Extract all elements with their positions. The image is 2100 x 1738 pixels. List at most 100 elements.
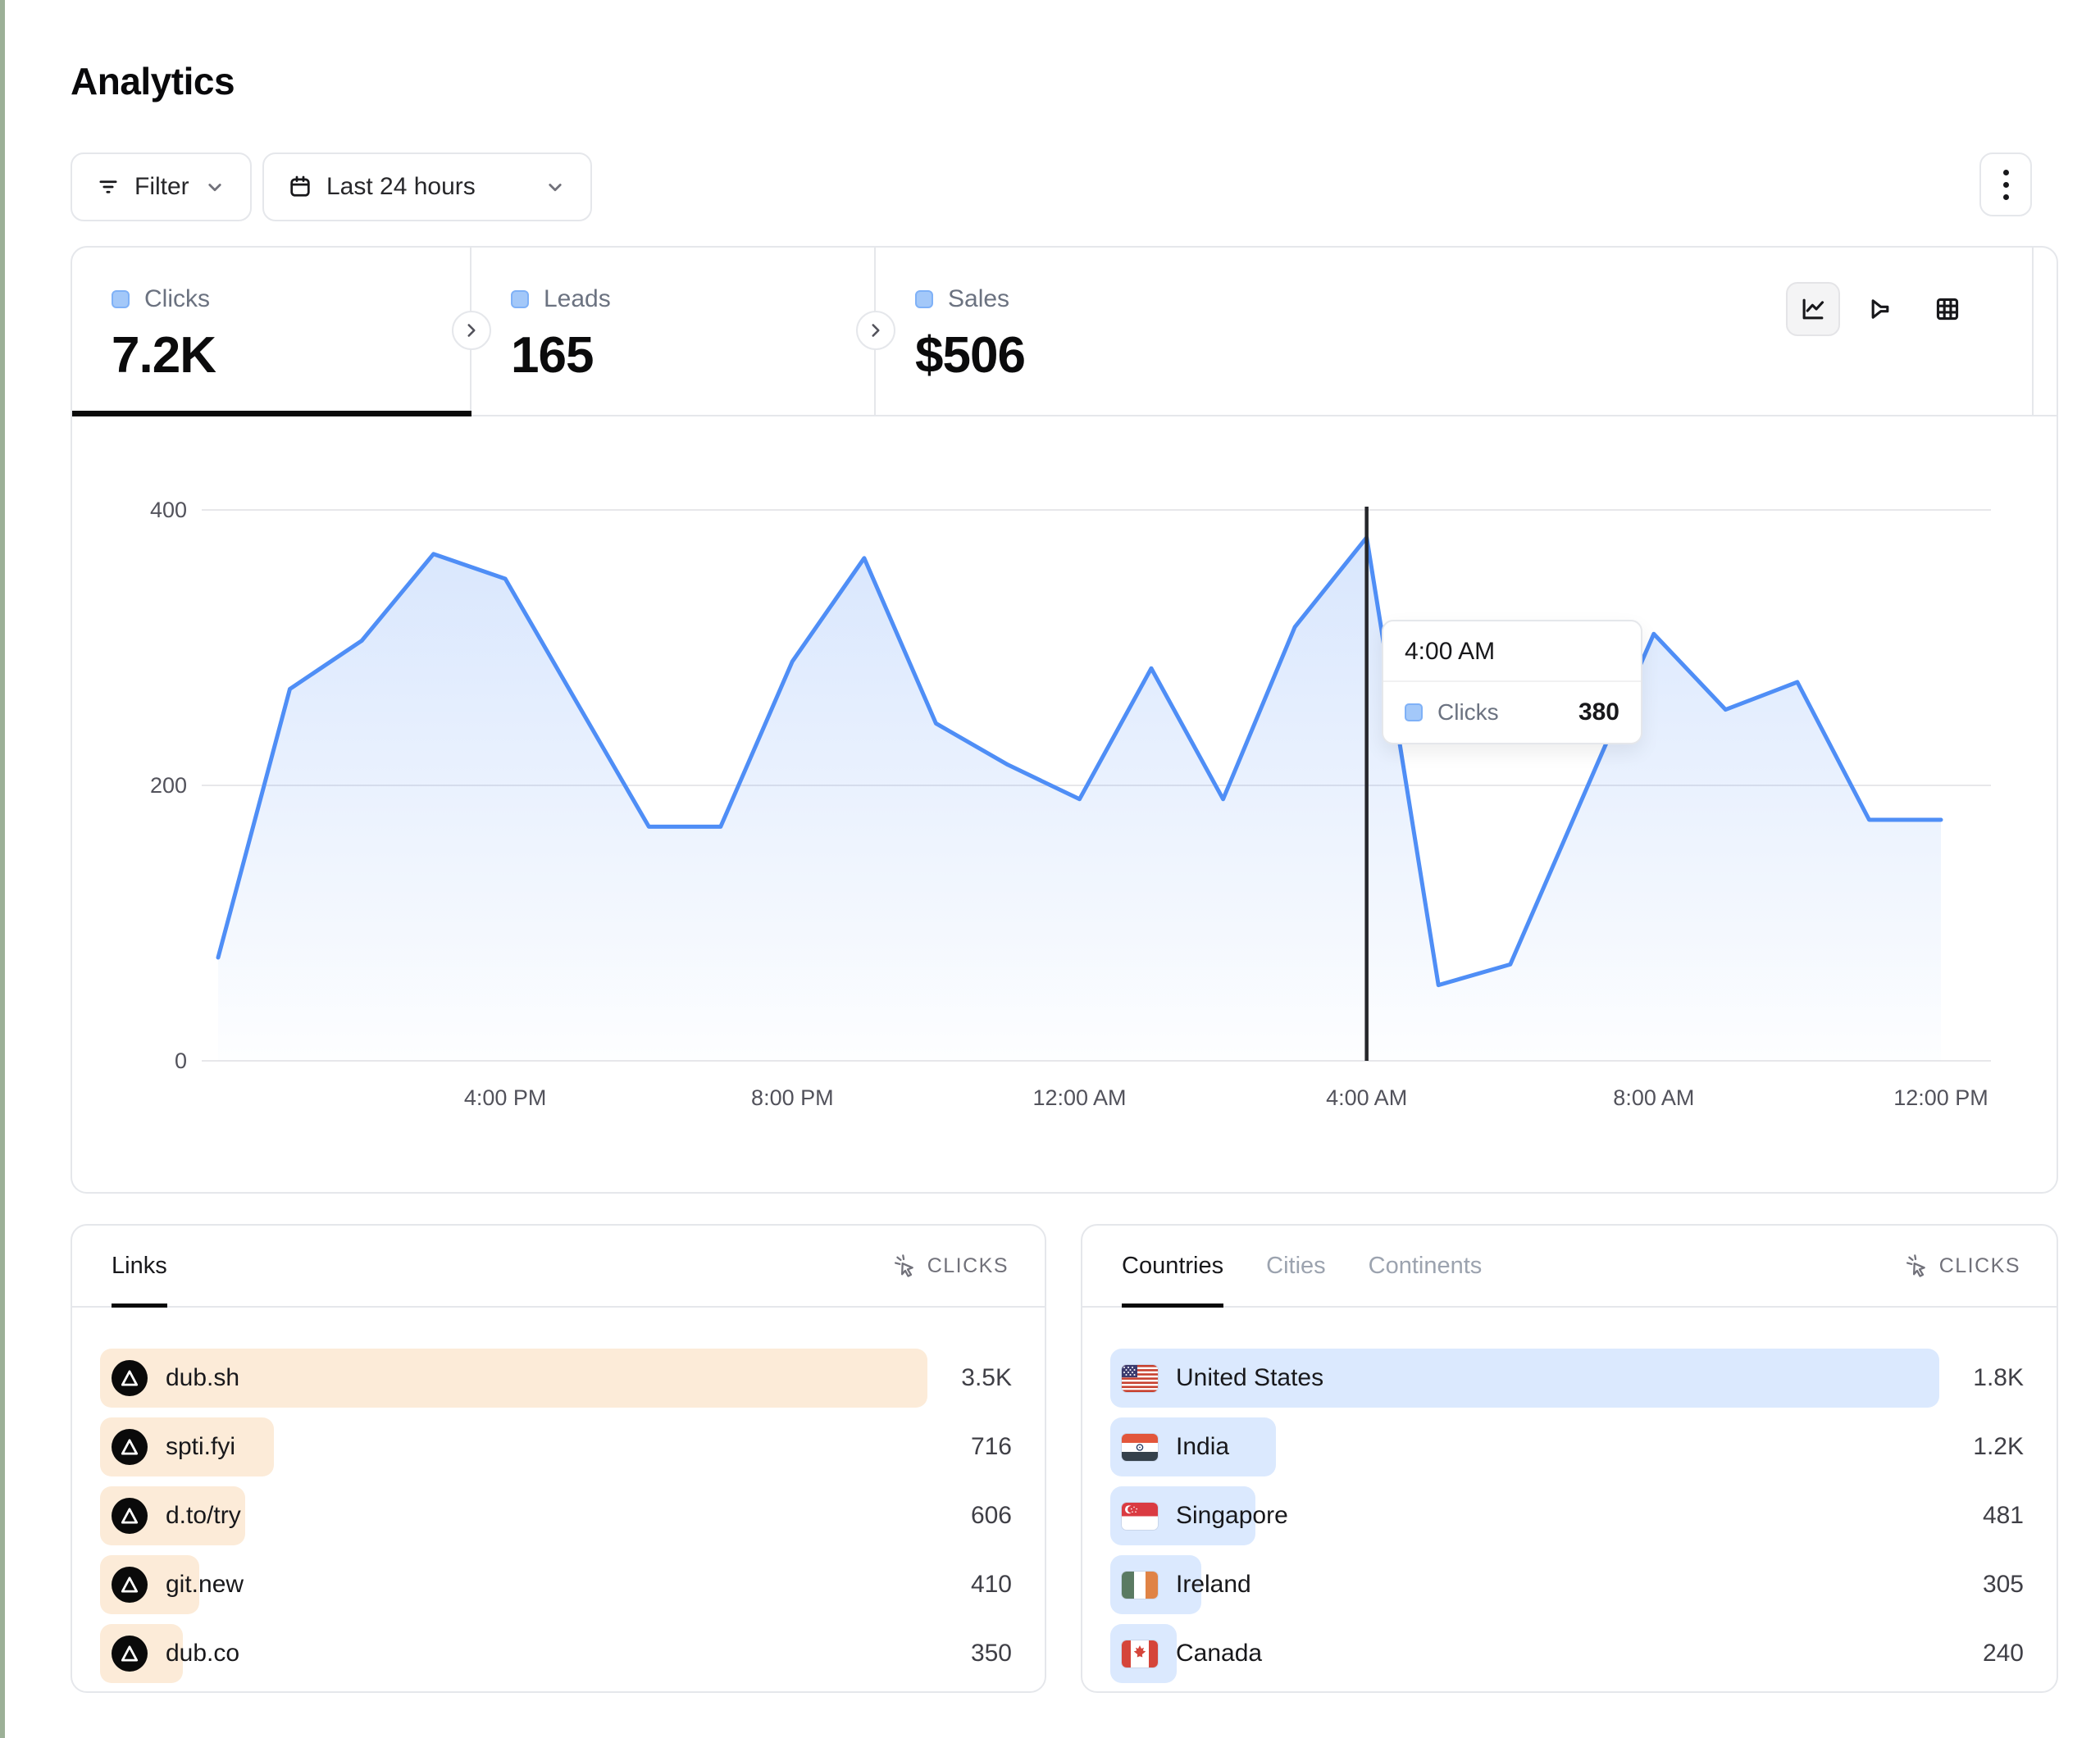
filter-icon bbox=[95, 174, 121, 200]
link-row[interactable]: dub.sh3.5K bbox=[100, 1349, 1012, 1408]
dub-logo-icon bbox=[112, 1567, 148, 1603]
page-edge-accent bbox=[0, 0, 5, 1738]
row-clicks-value: 481 bbox=[1983, 1502, 2024, 1530]
link-row[interactable]: d.to/try 606 bbox=[100, 1486, 1012, 1545]
row-clicks-value: 606 bbox=[971, 1502, 1012, 1530]
tooltip-time: 4:00 AM bbox=[1383, 621, 1641, 682]
tooltip-value: 380 bbox=[1578, 698, 1619, 726]
date-range-button[interactable]: Last 24 hours bbox=[262, 152, 592, 221]
metric-tabs-row: Clicks 7.2K Leads 165 Sales $506 bbox=[72, 248, 2057, 416]
country-row[interactable]: India1.2K bbox=[1110, 1417, 2024, 1476]
links-panel: Links CLICKS dub.sh3.5K spti.fyi 716 d.to/t… bbox=[71, 1224, 1046, 1693]
row-clicks-value: 305 bbox=[1983, 1571, 2024, 1599]
chevron-down-icon bbox=[543, 175, 567, 199]
x-axis-tick-label: 12:00 PM bbox=[1893, 1085, 1988, 1110]
chevron-down-icon bbox=[203, 175, 227, 199]
expand-leads-chevron-button[interactable] bbox=[856, 311, 895, 350]
x-axis-tick-label: 12:00 AM bbox=[1032, 1085, 1126, 1110]
sg-flag-icon bbox=[1122, 1503, 1158, 1530]
area-chart-canvas[interactable]: 02004004:00 PM8:00 PM12:00 AM4:00 AM8:00… bbox=[72, 416, 2057, 1192]
line-chart-view-button[interactable] bbox=[1786, 282, 1840, 336]
line-chart-icon bbox=[1797, 293, 1829, 325]
cursor-click-icon bbox=[891, 1253, 918, 1279]
tab-clicks[interactable]: Clicks 7.2K bbox=[72, 248, 471, 415]
page-title: Analytics bbox=[71, 59, 235, 103]
chevron-right-icon bbox=[865, 320, 886, 341]
row-label: d.to/try bbox=[166, 1502, 241, 1530]
kebab-menu-icon bbox=[2003, 170, 2009, 175]
clicks-metric-value: 7.2K bbox=[112, 326, 470, 384]
tab-links[interactable]: Links bbox=[112, 1226, 167, 1306]
clicks-area-chart[interactable]: 02004004:00 PM8:00 PM12:00 AM4:00 AM8:00… bbox=[72, 416, 2057, 1192]
y-axis-tick-label: 400 bbox=[150, 498, 187, 522]
row-label: Singapore bbox=[1176, 1502, 1288, 1530]
calendar-icon bbox=[287, 174, 313, 200]
expand-clicks-chevron-button[interactable] bbox=[452, 311, 491, 350]
clicks-legend-swatch bbox=[112, 290, 130, 308]
row-label: dub.co bbox=[166, 1640, 239, 1667]
leads-metric-label: Leads bbox=[544, 285, 611, 313]
table-view-button[interactable] bbox=[1920, 282, 1975, 336]
table-icon bbox=[1932, 293, 1963, 325]
countries-metric-label: CLICKS bbox=[1939, 1254, 2020, 1278]
countries-panel: Countries Cities Continents CLICKS Unite… bbox=[1081, 1224, 2058, 1693]
active-tab-underline bbox=[72, 411, 471, 416]
row-label: Ireland bbox=[1176, 1571, 1251, 1599]
tooltip-series-swatch bbox=[1405, 703, 1423, 721]
dub-logo-icon bbox=[112, 1360, 148, 1396]
row-clicks-value: 240 bbox=[1983, 1640, 2024, 1667]
countries-metric-toggle[interactable]: CLICKS bbox=[1903, 1226, 2020, 1306]
leads-legend-swatch bbox=[511, 290, 529, 308]
in-flag-icon bbox=[1122, 1434, 1158, 1461]
country-row[interactable]: United States 1.8K bbox=[1110, 1349, 2024, 1408]
dub-logo-icon bbox=[112, 1429, 148, 1465]
country-row[interactable]: Canada240 bbox=[1110, 1624, 2024, 1683]
row-clicks-value: 3.5K bbox=[961, 1364, 1012, 1392]
tab-leads[interactable]: Leads 165 bbox=[471, 248, 876, 415]
country-row[interactable]: Singapore 481 bbox=[1110, 1486, 2024, 1545]
cursor-click-icon bbox=[1903, 1253, 1929, 1279]
filter-button-label: Filter bbox=[134, 173, 189, 201]
link-row[interactable]: dub.co 350 bbox=[100, 1624, 1012, 1683]
chart-view-toggles bbox=[1786, 282, 1975, 336]
row-clicks-value: 716 bbox=[971, 1433, 1012, 1461]
analytics-chart-card: Clicks 7.2K Leads 165 Sales $506 bbox=[71, 246, 2058, 1194]
more-options-button[interactable] bbox=[1979, 152, 2032, 216]
clicks-metric-label: Clicks bbox=[144, 285, 210, 313]
row-label: git.new bbox=[166, 1571, 244, 1599]
link-row[interactable]: git.new 410 bbox=[100, 1555, 1012, 1614]
y-axis-tick-label: 200 bbox=[150, 773, 187, 798]
row-label: spti.fyi bbox=[166, 1433, 235, 1461]
chevron-right-icon bbox=[461, 320, 482, 341]
us-flag-icon bbox=[1122, 1365, 1158, 1392]
x-axis-tick-label: 4:00 AM bbox=[1326, 1085, 1407, 1110]
tab-continents[interactable]: Continents bbox=[1369, 1226, 1483, 1306]
dub-logo-icon bbox=[112, 1636, 148, 1672]
x-axis-tick-label: 8:00 PM bbox=[751, 1085, 834, 1110]
date-range-label: Last 24 hours bbox=[326, 173, 476, 201]
tab-countries[interactable]: Countries bbox=[1122, 1226, 1223, 1306]
sales-legend-swatch bbox=[915, 290, 933, 308]
sales-metric-value: $506 bbox=[915, 326, 1335, 384]
y-axis-tick-label: 0 bbox=[175, 1049, 187, 1073]
tooltip-series-label: Clicks bbox=[1437, 699, 1499, 726]
x-axis-tick-label: 4:00 PM bbox=[464, 1085, 547, 1110]
links-metric-toggle[interactable]: CLICKS bbox=[891, 1226, 1009, 1306]
row-label: India bbox=[1176, 1433, 1229, 1461]
tab-sales[interactable]: Sales $506 bbox=[876, 248, 1335, 415]
row-clicks-value: 1.8K bbox=[1973, 1364, 2024, 1392]
row-label: United States bbox=[1176, 1364, 1323, 1392]
tab-cities[interactable]: Cities bbox=[1266, 1226, 1326, 1306]
chart-tooltip: 4:00 AM Clicks 380 bbox=[1382, 620, 1642, 744]
dub-logo-icon bbox=[112, 1498, 148, 1534]
filter-button[interactable]: Filter bbox=[71, 152, 252, 221]
row-clicks-value: 350 bbox=[971, 1640, 1012, 1667]
ie-flag-icon bbox=[1122, 1572, 1158, 1599]
link-row[interactable]: spti.fyi 716 bbox=[100, 1417, 1012, 1476]
country-row[interactable]: Ireland 305 bbox=[1110, 1555, 2024, 1614]
row-clicks-value: 410 bbox=[971, 1571, 1012, 1599]
funnel-view-button[interactable] bbox=[1853, 282, 1907, 336]
sales-metric-label: Sales bbox=[948, 285, 1009, 313]
leads-metric-value: 165 bbox=[511, 326, 874, 384]
tabs-end-divider bbox=[2032, 248, 2034, 415]
